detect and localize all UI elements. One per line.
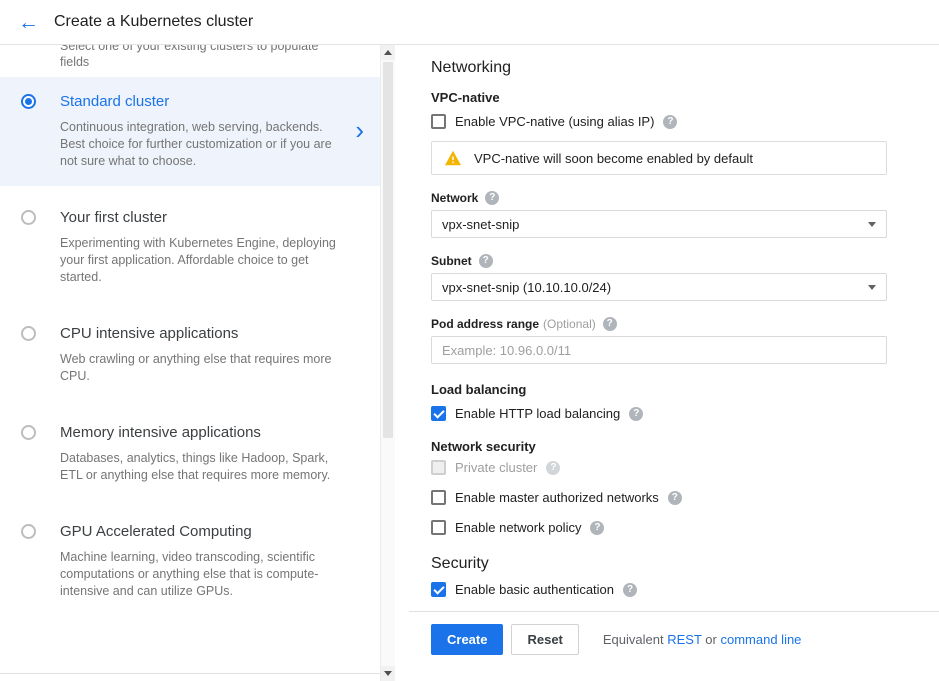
help-icon[interactable]: ?	[629, 407, 643, 421]
template-title: Standard cluster	[60, 93, 338, 110]
template-option-gpu-accelerated[interactable]: GPU Accelerated Computing Machine learni…	[0, 507, 380, 616]
template-option-standard-cluster[interactable]: Standard cluster Continuous integration,…	[0, 77, 380, 186]
divider	[0, 673, 380, 674]
help-icon[interactable]: ?	[663, 115, 677, 129]
network-policy-label: Enable network policy	[455, 520, 581, 535]
reset-button[interactable]: Reset	[511, 624, 578, 655]
network-security-label: Network security	[431, 439, 887, 454]
sidebar-intro: Select one of your existing clusters to …	[0, 45, 380, 77]
scroll-up-button[interactable]	[381, 45, 395, 60]
command-line-link[interactable]: command line	[720, 632, 801, 647]
equivalent-links: Equivalent REST or command line	[603, 632, 802, 647]
template-title: GPU Accelerated Computing	[60, 523, 338, 540]
security-heading: Security	[431, 555, 887, 573]
template-description: Databases, analytics, things like Hadoop…	[60, 450, 338, 484]
chevron-right-icon[interactable]: ›	[355, 116, 364, 142]
sidebar-intro-text: Select one of your existing clusters to …	[60, 45, 340, 70]
network-policy-checkbox[interactable]	[431, 520, 446, 535]
triangle-up-icon	[384, 50, 392, 55]
create-button[interactable]: Create	[431, 624, 503, 655]
vpc-native-checkbox-label: Enable VPC-native (using alias IP)	[455, 114, 654, 129]
warning-icon	[444, 150, 462, 166]
radio-selected-icon[interactable]	[21, 94, 36, 109]
http-load-balancing-label: Enable HTTP load balancing	[455, 406, 620, 421]
pod-range-label: Pod address range	[431, 317, 539, 331]
subnet-field-label: Subnet ?	[431, 254, 887, 268]
help-icon[interactable]: ?	[485, 191, 499, 205]
page-title: Create a Kubernetes cluster	[54, 13, 253, 31]
basic-authentication-label: Enable basic authentication	[455, 582, 614, 597]
help-icon[interactable]: ?	[603, 317, 617, 331]
warning-text: VPC-native will soon become enabled by d…	[474, 151, 753, 166]
rest-link[interactable]: REST	[667, 632, 701, 647]
pod-range-field-label: Pod address range (Optional) ?	[431, 317, 887, 331]
or-text: or	[705, 632, 717, 647]
help-icon[interactable]: ?	[479, 254, 493, 268]
radio-unselected-icon[interactable]	[21, 524, 36, 539]
scroll-down-button[interactable]	[381, 666, 395, 681]
form-footer: Create Reset Equivalent REST or command …	[431, 624, 887, 655]
help-icon: ?	[546, 461, 560, 475]
help-icon[interactable]: ?	[623, 583, 637, 597]
back-arrow-icon[interactable]: ←	[18, 12, 54, 33]
caret-down-icon	[868, 222, 876, 227]
vpc-native-warning-banner: VPC-native will soon become enabled by d…	[431, 141, 887, 175]
private-cluster-row: Private cluster ?	[431, 460, 887, 475]
triangle-down-icon	[384, 671, 392, 676]
master-authorized-networks-checkbox[interactable]	[431, 490, 446, 505]
master-authorized-networks-row: Enable master authorized networks ?	[431, 490, 887, 505]
scrollbar-track[interactable]	[381, 60, 395, 666]
subnet-select-value: vpx-snet-snip (10.10.10.0/24)	[442, 280, 611, 295]
template-option-cpu-intensive[interactable]: CPU intensive applications Web crawling …	[0, 309, 380, 401]
master-authorized-networks-label: Enable master authorized networks	[455, 490, 659, 505]
radio-unselected-icon[interactable]	[21, 210, 36, 225]
load-balancing-label: Load balancing	[431, 382, 887, 397]
divider	[409, 611, 939, 612]
page-header: ← Create a Kubernetes cluster	[0, 0, 939, 45]
network-select[interactable]: vpx-snet-snip	[431, 210, 887, 238]
basic-authentication-row: Enable basic authentication ?	[431, 582, 887, 597]
network-policy-row: Enable network policy ?	[431, 520, 887, 535]
sidebar-scrollbar[interactable]	[380, 45, 395, 681]
basic-authentication-checkbox[interactable]	[431, 582, 446, 597]
vpc-native-row: Enable VPC-native (using alias IP) ?	[431, 114, 887, 129]
template-description: Experimenting with Kubernetes Engine, de…	[60, 235, 338, 286]
template-title: Memory intensive applications	[60, 424, 338, 441]
scrollbar-thumb[interactable]	[383, 62, 393, 438]
radio-unselected-icon[interactable]	[21, 425, 36, 440]
http-load-balancing-row: Enable HTTP load balancing ?	[431, 406, 887, 421]
template-title: CPU intensive applications	[60, 325, 338, 342]
private-cluster-checkbox	[431, 460, 446, 475]
template-option-your-first-cluster[interactable]: Your first cluster Experimenting with Ku…	[0, 193, 380, 302]
vpc-native-checkbox[interactable]	[431, 114, 446, 129]
optional-tag: (Optional)	[543, 317, 596, 331]
vpc-native-label: VPC-native	[431, 90, 887, 105]
network-select-value: vpx-snet-snip	[442, 217, 519, 232]
subnet-label: Subnet	[431, 254, 472, 268]
page-body: Select one of your existing clusters to …	[0, 45, 939, 681]
pod-range-input[interactable]	[431, 336, 887, 364]
main-panel: Networking VPC-native Enable VPC-native …	[395, 45, 939, 681]
template-description: Continuous integration, web serving, bac…	[60, 119, 338, 170]
create-kubernetes-cluster-page: ← Create a Kubernetes cluster Select one…	[0, 0, 939, 681]
template-description: Machine learning, video transcoding, sci…	[60, 549, 338, 600]
equivalent-text: Equivalent	[603, 632, 664, 647]
caret-down-icon	[868, 285, 876, 290]
subnet-select[interactable]: vpx-snet-snip (10.10.10.0/24)	[431, 273, 887, 301]
radio-unselected-icon[interactable]	[21, 326, 36, 341]
template-title: Your first cluster	[60, 209, 338, 226]
network-label: Network	[431, 191, 478, 205]
http-load-balancing-checkbox[interactable]	[431, 406, 446, 421]
networking-heading: Networking	[431, 59, 887, 77]
help-icon[interactable]: ?	[668, 491, 682, 505]
private-cluster-label: Private cluster	[455, 460, 537, 475]
template-option-memory-intensive[interactable]: Memory intensive applications Databases,…	[0, 408, 380, 500]
network-field-label: Network ?	[431, 191, 887, 205]
template-sidebar: Select one of your existing clusters to …	[0, 45, 380, 681]
template-description: Web crawling or anything else that requi…	[60, 351, 338, 385]
help-icon[interactable]: ?	[590, 521, 604, 535]
